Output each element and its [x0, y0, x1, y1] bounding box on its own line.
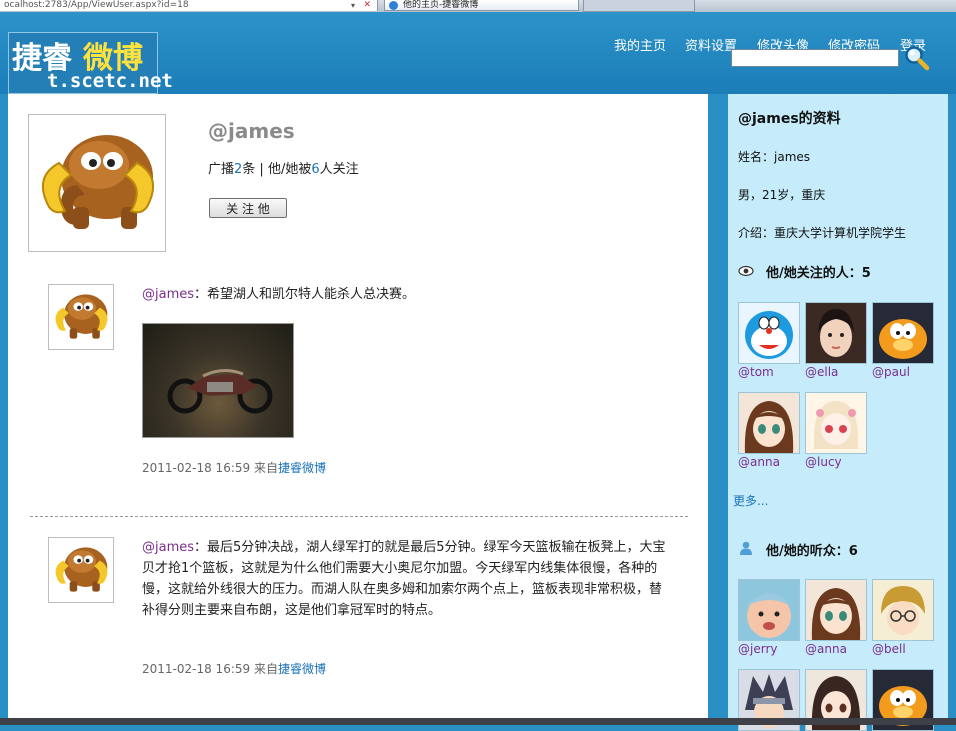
listener-name[interactable]: @bell [872, 642, 906, 656]
following-avatar[interactable] [805, 302, 867, 364]
eye-icon [738, 265, 754, 277]
listener-avatar[interactable] [872, 579, 934, 641]
sidebar-intro: 介绍：重庆大学计算机学院学生 [738, 226, 907, 240]
garfield-icon [873, 303, 933, 363]
listener-name[interactable]: @anna [805, 642, 847, 656]
profile-name: @james [208, 119, 295, 143]
post-time: 2011-02-18 16:59 [142, 662, 251, 676]
mammoth-icon [55, 547, 108, 592]
post-author-link[interactable]: @james [142, 540, 194, 555]
post-image-motorcycle[interactable] [142, 323, 294, 438]
address-bar[interactable]: ocalhost:2783/App/ViewUser.aspx?id=18 ▾ … [0, 0, 378, 11]
post-source-prefix: 来自 [253, 461, 278, 475]
following-title: 他/她关注的人：5 [766, 266, 871, 281]
baby-photo-icon [739, 580, 799, 640]
girl-photo-icon [806, 303, 866, 363]
following-name[interactable]: @tom [738, 365, 774, 379]
post-avatar[interactable] [48, 284, 114, 350]
stats-label-people: 人关注 [319, 162, 359, 177]
anime-girl-pink-icon [806, 393, 866, 453]
following-header: 他/她关注的人：5 [738, 262, 871, 281]
post-meta: 2011-02-18 16:59 来自捷睿微博 [142, 459, 326, 476]
post-source-link[interactable]: 捷睿微博 [278, 662, 326, 676]
post-source-link[interactable]: 捷睿微博 [278, 461, 326, 475]
nav-profile-settings[interactable]: 资料设置 [685, 35, 737, 54]
person-icon [740, 541, 752, 555]
profile-sidebar: @james的资料 姓名：james 男，21岁，重庆 介绍：重庆大学计算机学院… [728, 94, 948, 731]
following-name[interactable]: @paul [872, 365, 910, 379]
anime-girl-brown-icon [739, 393, 799, 453]
logo-domain: t.scetc.net [47, 70, 173, 92]
browser-tab-new[interactable] [583, 0, 695, 12]
stats-label-broadcast: 广播 [208, 162, 235, 177]
follow-button[interactable]: 关 注 他 [209, 198, 287, 218]
anime-girl-brown-icon [806, 580, 866, 640]
following-avatar[interactable] [872, 302, 934, 364]
post-content: ：希望湖人和凯尔特人能杀人总决赛。 [194, 287, 416, 302]
tab-title: 他的主页-捷睿微博 [403, 0, 479, 10]
main-content: @james 广播2条 | 他/她被6人关注 关 注 他 @james：希望湖人… [8, 94, 708, 725]
taskbar [0, 718, 956, 725]
profile-avatar[interactable] [28, 114, 166, 252]
mammoth-icon [41, 135, 155, 229]
sidebar-title: @james的资料 [738, 111, 841, 127]
close-icon[interactable]: ✕ [363, 0, 371, 11]
post-text: @james：希望湖人和凯尔特人能杀人总决赛。 [142, 284, 672, 305]
sidebar-basic-info: 男，21岁，重庆 [738, 188, 826, 202]
sidebar-name: 姓名：james [738, 150, 811, 164]
stats-label-followed: 条 | 他/她被 [242, 162, 312, 177]
following-avatar[interactable] [738, 392, 800, 454]
listener-avatar[interactable] [738, 579, 800, 641]
post-avatar[interactable] [48, 537, 114, 603]
post-author-link[interactable]: @james [142, 287, 194, 302]
following-name[interactable]: @lucy [805, 455, 842, 469]
post-meta: 2011-02-18 16:59 来自捷睿微博 [142, 660, 326, 677]
listener-name[interactable]: @jerry [738, 642, 777, 656]
profile-stats: 广播2条 | 他/她被6人关注 [208, 158, 359, 177]
listeners-header: 他/她的听众：6 [738, 540, 858, 559]
following-avatar[interactable] [738, 302, 800, 364]
mammoth-icon [55, 294, 108, 339]
following-avatar[interactable] [805, 392, 867, 454]
search-icon[interactable] [904, 45, 930, 71]
following-name[interactable]: @ella [805, 365, 838, 379]
browser-tab-active[interactable]: 他的主页-捷睿微博 [384, 0, 579, 11]
doraemon-icon [739, 303, 799, 363]
browser-favicon-icon [389, 1, 398, 10]
listener-avatar[interactable] [805, 579, 867, 641]
nav-my-home[interactable]: 我的主页 [614, 35, 666, 54]
following-name[interactable]: @anna [738, 455, 780, 469]
post-content: ：最后5分钟决战，湖人绿军打的就是最后5分钟。绿军今天篮板输在板凳上，大宝贝才抢… [142, 540, 666, 618]
post-divider [30, 516, 688, 517]
dropdown-icon[interactable]: ▾ [351, 0, 355, 11]
site-logo[interactable]: 捷睿 微博 t.scetc.net [8, 32, 173, 94]
post-time: 2011-02-18 16:59 [142, 461, 251, 475]
post-text: @james：最后5分钟决战，湖人绿军打的就是最后5分钟。绿军今天篮板输在板凳上… [142, 537, 672, 621]
listeners-title: 他/她的听众：6 [766, 544, 858, 559]
anime-boy-glasses-icon [873, 580, 933, 640]
search-input[interactable] [731, 49, 899, 67]
follower-count[interactable]: 6 [311, 162, 319, 177]
address-text: ocalhost:2783/App/ViewUser.aspx?id=18 [4, 0, 189, 10]
more-following-link[interactable]: 更多... [733, 492, 768, 509]
post-source-prefix: 来自 [253, 662, 278, 676]
motorcycle-icon [167, 369, 273, 414]
